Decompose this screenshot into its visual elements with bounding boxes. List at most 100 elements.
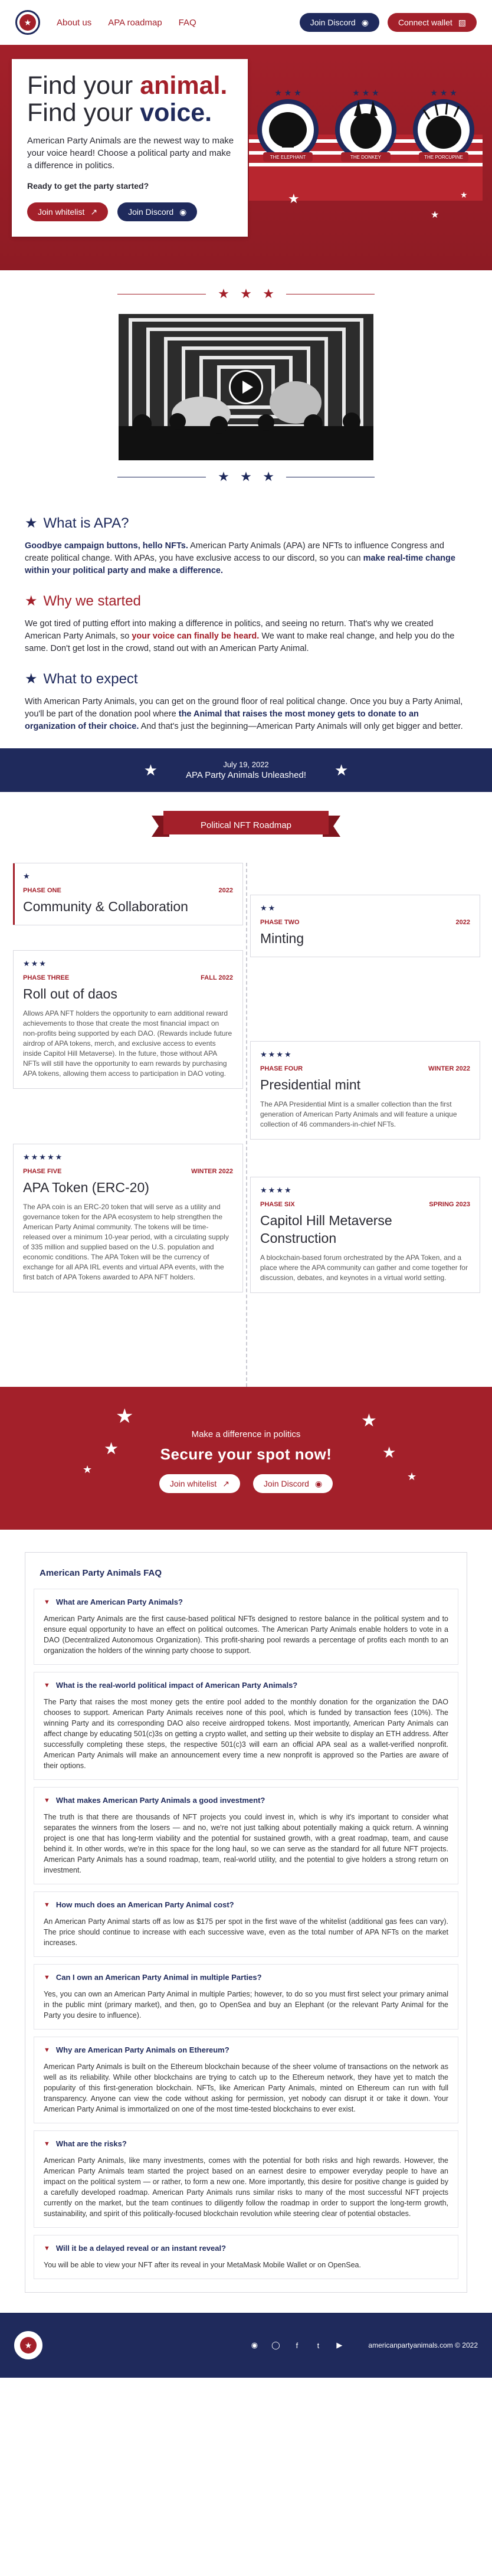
phase-description: Allows APA NFT holders the opportunity t… (23, 1009, 232, 1078)
faq-item[interactable]: ▼ How much does an American Party Animal … (34, 1891, 458, 1957)
phase-stars: ★★★★ (260, 1186, 293, 1194)
discord-icon: ◉ (314, 1478, 323, 1488)
phase-stars: ★ (23, 872, 31, 881)
party-animals-illustration: THE ELEPHANT ★ ★ ★ THE DONKEY ★ ★ ★ THE … (249, 88, 483, 201)
faq-answer: Yes, you can own an American Party Anima… (44, 1990, 448, 2019)
play-button[interactable] (229, 370, 263, 404)
what-to-expect-text: With American Party Animals, you can get… (25, 697, 463, 731)
faq-item[interactable]: ▼ What are the risks? American Party Anima… (34, 2130, 458, 2228)
phase-label: PHASE THREE (23, 974, 70, 981)
discord-icon[interactable]: ◉ (249, 2340, 260, 2351)
chevron-down-icon: ▼ (44, 1681, 50, 1689)
hero-join-discord-button[interactable]: Join Discord ◉ (117, 202, 198, 221)
cta-join-discord-button[interactable]: Join Discord ◉ (252, 1474, 333, 1493)
phase-date: SPRING 2023 (429, 1201, 470, 1208)
chevron-down-icon: ▼ (44, 1796, 50, 1804)
youtube-icon[interactable]: ▶ (334, 2340, 345, 2351)
release-banner: ★ July 19, 2022 APA Party Animals Unleash… (0, 748, 492, 792)
faq-question: What makes American Party Animals a good… (55, 1796, 265, 1805)
faq-item[interactable]: ▼ Why are American Party Animals on Ether… (34, 2037, 458, 2123)
phase-card: ★★★ PHASE THREE FALL 2022 Roll out of dao… (13, 950, 243, 1089)
nav-link-roadmap[interactable]: APA roadmap (108, 18, 162, 28)
faq-answer: The Party that raises the most money get… (44, 1698, 448, 1770)
what-is-apa-heading: ★ What is APA? (25, 515, 129, 532)
phase-stars: ★★ (260, 904, 277, 912)
apa-footer-logo[interactable]: ★ (14, 2331, 42, 2359)
hero-description: American Party Animals are the newest wa… (27, 136, 234, 171)
roadmap-timeline: ★ PHASE ONE 2022 Community & Collaboratio… (0, 863, 492, 1387)
star-icon: ★ (19, 14, 36, 31)
star-icon: ★ (25, 671, 38, 687)
faq-question: How much does an American Party Animal c… (55, 1900, 234, 1909)
decorative-star-icon: ★ (83, 1464, 93, 1475)
phase-date: WINTER 2022 (191, 1168, 233, 1175)
why-we-started-heading: ★ Why we started (25, 593, 141, 610)
phase-name: Minting (260, 931, 304, 946)
discord-icon: ◉ (361, 17, 369, 27)
phase-label: PHASE ONE (23, 887, 61, 894)
roadmap-title: Political NFT Roadmap (201, 820, 291, 830)
faq-item[interactable]: ▼ What are American Party Animals? America… (34, 1589, 458, 1665)
top-nav: ★ About us APA roadmap FAQ Join Discord ◉… (0, 0, 492, 45)
decorative-star-icon: ★ (431, 210, 439, 220)
decorative-star-icon: ★ (288, 191, 300, 206)
svg-text:THE DONKEY: THE DONKEY (350, 155, 382, 160)
chevron-down-icon: ▼ (44, 1973, 50, 1981)
release-date: July 19, 2022 (223, 760, 269, 769)
chevron-down-icon: ▼ (44, 2140, 50, 2148)
instagram-icon[interactable]: ◯ (270, 2340, 281, 2351)
phase-card: ★★★★ PHASE FOUR WINTER 2022 Presidential … (250, 1041, 480, 1140)
faq-question: What are American Party Animals? (55, 1598, 183, 1606)
phase-date: 2022 (218, 887, 233, 894)
join-whitelist-label: Join whitelist (38, 207, 85, 217)
twitter-icon[interactable]: t (313, 2340, 323, 2351)
decorative-star-icon: ★ (361, 1411, 377, 1431)
arrow-up-right-icon: ↗ (90, 207, 98, 217)
facebook-icon[interactable]: f (291, 2340, 302, 2351)
footer: ★ ◉ ◯ f t ▶ americanpartyanimals.com © 2… (0, 2313, 492, 2378)
wallet-icon: ▧ (458, 17, 466, 27)
faq-item[interactable]: ▼ Will it be a delayed reveal or an insta… (34, 2235, 458, 2279)
faq-item[interactable]: ▼ What is the real-world political impact… (34, 1672, 458, 1780)
phase-card: ★★ PHASE TWO 2022 Minting (250, 895, 480, 957)
faq-item[interactable]: ▼ Can I own an American Party Animal in m… (34, 1964, 458, 2030)
phase-card: ★ PHASE ONE 2022 Community & Collaboratio… (13, 863, 243, 925)
chevron-down-icon: ▼ (44, 2046, 50, 2054)
svg-text:★ ★ ★: ★ ★ ★ (352, 88, 379, 97)
star-icon: ★ (25, 593, 38, 609)
apa-logo[interactable]: ★ (15, 10, 40, 35)
join-discord-button[interactable]: Join Discord ◉ (299, 13, 379, 32)
what-is-apa-text: Goodbye campaign buttons, hello NFTs. Am… (25, 541, 455, 575)
nav-link-about[interactable]: About us (57, 18, 91, 28)
about-section: ★ What is APA? Goodbye campaign buttons, … (0, 489, 492, 748)
nav-link-faq[interactable]: FAQ (179, 18, 196, 28)
roadmap-header: Political NFT Roadmap (0, 792, 492, 863)
faq-section: American Party Animals FAQ ▼ What are Ame… (0, 1530, 492, 2313)
cta-join-discord-label: Join Discord (263, 1479, 309, 1488)
connect-wallet-button[interactable]: Connect wallet ▧ (387, 13, 477, 32)
decorative-star-icon: ★ (407, 1471, 417, 1482)
intro-video[interactable] (119, 314, 373, 460)
faq-title: American Party Animals FAQ (40, 1568, 162, 1578)
faq-question: What is the real-world political impact … (55, 1681, 298, 1690)
phase-stars: ★★★★★ (23, 1153, 64, 1161)
star-icon: ★ (20, 2337, 37, 2354)
phase-card: ★★★★ PHASE SIX SPRING 2023 Capitol Hill M… (250, 1177, 480, 1293)
faq-item[interactable]: ▼ What makes American Party Animals a goo… (34, 1787, 458, 1884)
phase-name: Community & Collaboration (23, 899, 188, 914)
decorative-star-icon: ★ (382, 1444, 396, 1461)
why-we-started-text: We got tired of putting effort into maki… (25, 619, 455, 653)
phase-name: Roll out of daos (23, 986, 117, 1001)
cta-join-whitelist-button[interactable]: Join whitelist ↗ (159, 1474, 240, 1493)
discord-icon: ◉ (179, 207, 187, 217)
copyright: americanpartyanimals.com © 2022 (368, 2341, 478, 2349)
cta-subtitle: Make a difference in politics (191, 1429, 301, 1439)
join-whitelist-button[interactable]: Join whitelist ↗ (27, 202, 109, 221)
hero-card: Find your animal. Find your voice. Americ… (12, 59, 248, 237)
phase-description: The APA coin is an ERC-20 token that wil… (23, 1203, 229, 1281)
phase-stars: ★★★★ (260, 1050, 293, 1059)
phase-name: Presidential mint (260, 1077, 361, 1092)
hero-join-discord-label: Join Discord (128, 207, 174, 217)
faq-answer: You will be able to view your NFT after … (44, 2261, 361, 2269)
svg-text:THE PORCUPINE: THE PORCUPINE (424, 155, 463, 160)
